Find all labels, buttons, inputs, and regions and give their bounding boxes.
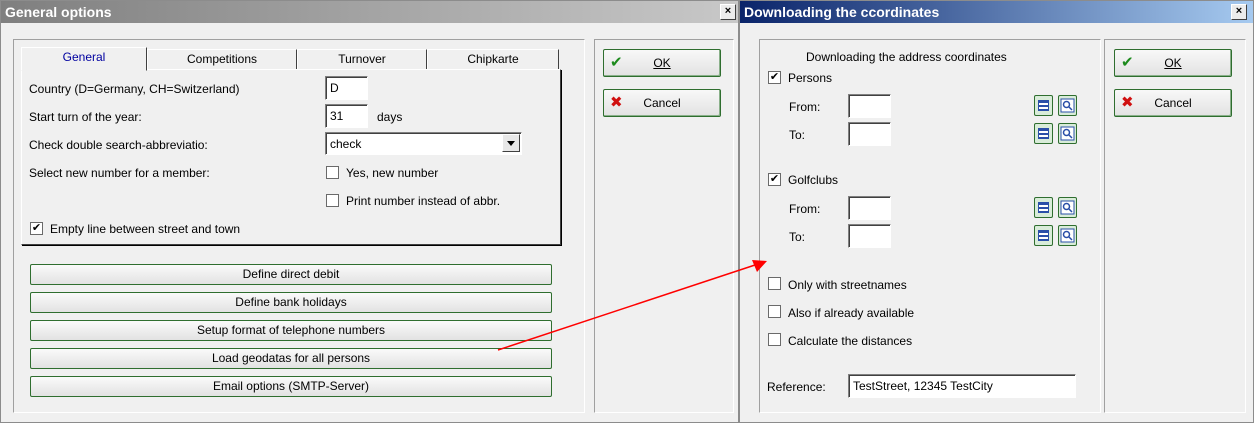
double-search-select[interactable]: check <box>325 132 522 155</box>
tab-chipkarte[interactable]: Chipkarte <box>427 49 559 70</box>
golfclubs-checkbox[interactable]: ✔ <box>768 173 781 186</box>
yes-new-number-checkbox[interactable] <box>326 166 339 179</box>
persons-from-input[interactable] <box>848 94 891 118</box>
cancel-button[interactable]: ✖ Cancel <box>603 89 721 117</box>
calculate-distances-checkbox[interactable] <box>768 333 781 346</box>
tab-general[interactable]: General <box>21 47 147 71</box>
empty-line-label: Empty line between street and town <box>50 222 241 236</box>
tab-competitions[interactable]: Competitions <box>147 49 297 70</box>
double-search-label: Check double search-abbreviatio: <box>29 138 208 152</box>
define-bank-holidays-button[interactable]: Define bank holidays <box>30 292 552 313</box>
persons-to-lookup-button[interactable] <box>1034 123 1053 144</box>
golfclubs-to-lookup-button[interactable] <box>1034 225 1053 246</box>
checkmark-icon: ✔ <box>31 222 42 234</box>
download-coordinates-window: Downloading the ccordinates × Downloadin… <box>739 0 1254 423</box>
setup-telephone-format-button[interactable]: Setup format of telephone numbers <box>30 320 552 341</box>
close-button[interactable]: × <box>720 4 736 20</box>
window-title: General options <box>5 4 112 20</box>
golfclubs-to-search-button[interactable] <box>1058 225 1077 246</box>
general-options-titlebar[interactable]: General options <box>1 1 738 23</box>
new-number-label: Select new number for a member: <box>29 166 210 180</box>
checkmark-icon: ✔ <box>1121 54 1134 71</box>
checkmark-icon: ✔ <box>769 71 780 83</box>
only-streetnames-checkbox[interactable] <box>768 277 781 290</box>
only-streetnames-label: Only with streetnames <box>788 278 907 292</box>
persons-from-label: From: <box>789 100 821 114</box>
country-input[interactable]: D <box>325 76 368 100</box>
chevron-down-icon[interactable] <box>502 134 520 152</box>
golfclubs-from-label: From: <box>789 202 821 216</box>
golfclubs-label: Golfclubs <box>788 173 839 187</box>
print-number-label: Print number instead of abbr. <box>346 194 501 208</box>
define-direct-debit-button[interactable]: Define direct debit <box>30 264 552 285</box>
search-icon <box>1060 200 1075 215</box>
window-title: Downloading the ccordinates <box>744 4 940 20</box>
red-x-icon: ✖ <box>610 94 623 111</box>
start-turn-input[interactable]: 31 <box>325 104 368 128</box>
empty-line-checkbox[interactable]: ✔ <box>30 222 43 235</box>
golfclubs-from-search-button[interactable] <box>1058 197 1077 218</box>
tab-turnover[interactable]: Turnover <box>297 49 427 70</box>
close-button[interactable]: × <box>1231 4 1247 20</box>
ok-button[interactable]: ✔ OK <box>603 49 721 77</box>
persons-from-lookup-button[interactable] <box>1034 95 1053 116</box>
start-turn-label: Start turn of the year: <box>29 110 142 124</box>
persons-checkbox[interactable]: ✔ <box>768 71 781 84</box>
golfclubs-from-lookup-button[interactable] <box>1034 197 1053 218</box>
yes-new-number-label: Yes, new number <box>346 166 439 180</box>
also-available-label: Also if already available <box>788 306 915 320</box>
close-icon: × <box>724 5 732 17</box>
golfclubs-to-input[interactable] <box>848 224 891 248</box>
cancel-button[interactable]: ✖ Cancel <box>1114 89 1232 117</box>
persons-label: Persons <box>788 71 833 85</box>
general-options-window: General options × General Competitions T… <box>0 0 739 423</box>
ok-button[interactable]: ✔ OK <box>1114 49 1232 77</box>
red-x-icon: ✖ <box>1121 94 1134 111</box>
checkmark-icon: ✔ <box>610 54 623 71</box>
persons-from-search-button[interactable] <box>1058 95 1077 116</box>
search-icon <box>1060 228 1075 243</box>
golfclubs-to-label: To: <box>789 230 806 244</box>
golfclubs-from-input[interactable] <box>848 196 891 220</box>
search-icon <box>1060 98 1075 113</box>
download-heading: Downloading the address coordinates <box>806 50 1007 64</box>
days-label: days <box>377 110 403 124</box>
reference-label: Reference: <box>767 380 826 394</box>
list-icon <box>1038 202 1049 213</box>
persons-to-search-button[interactable] <box>1058 123 1077 144</box>
list-icon <box>1038 128 1049 139</box>
calculate-distances-label: Calculate the distances <box>788 334 913 348</box>
persons-to-label: To: <box>789 128 806 142</box>
also-available-checkbox[interactable] <box>768 305 781 318</box>
print-number-checkbox[interactable] <box>326 194 339 207</box>
close-icon: × <box>1235 5 1243 17</box>
list-icon <box>1038 230 1049 241</box>
reference-input[interactable]: TestStreet, 12345 TestCity <box>848 374 1076 398</box>
checkmark-icon: ✔ <box>769 173 780 185</box>
list-icon <box>1038 100 1049 111</box>
download-titlebar[interactable]: Downloading the ccordinates <box>740 1 1253 23</box>
country-label: Country (D=Germany, CH=Switzerland) <box>29 82 240 96</box>
search-icon <box>1060 126 1075 141</box>
load-geodatas-button[interactable]: Load geodatas for all persons <box>30 348 552 369</box>
persons-to-input[interactable] <box>848 122 891 146</box>
email-options-button[interactable]: Email options (SMTP-Server) <box>30 376 552 397</box>
